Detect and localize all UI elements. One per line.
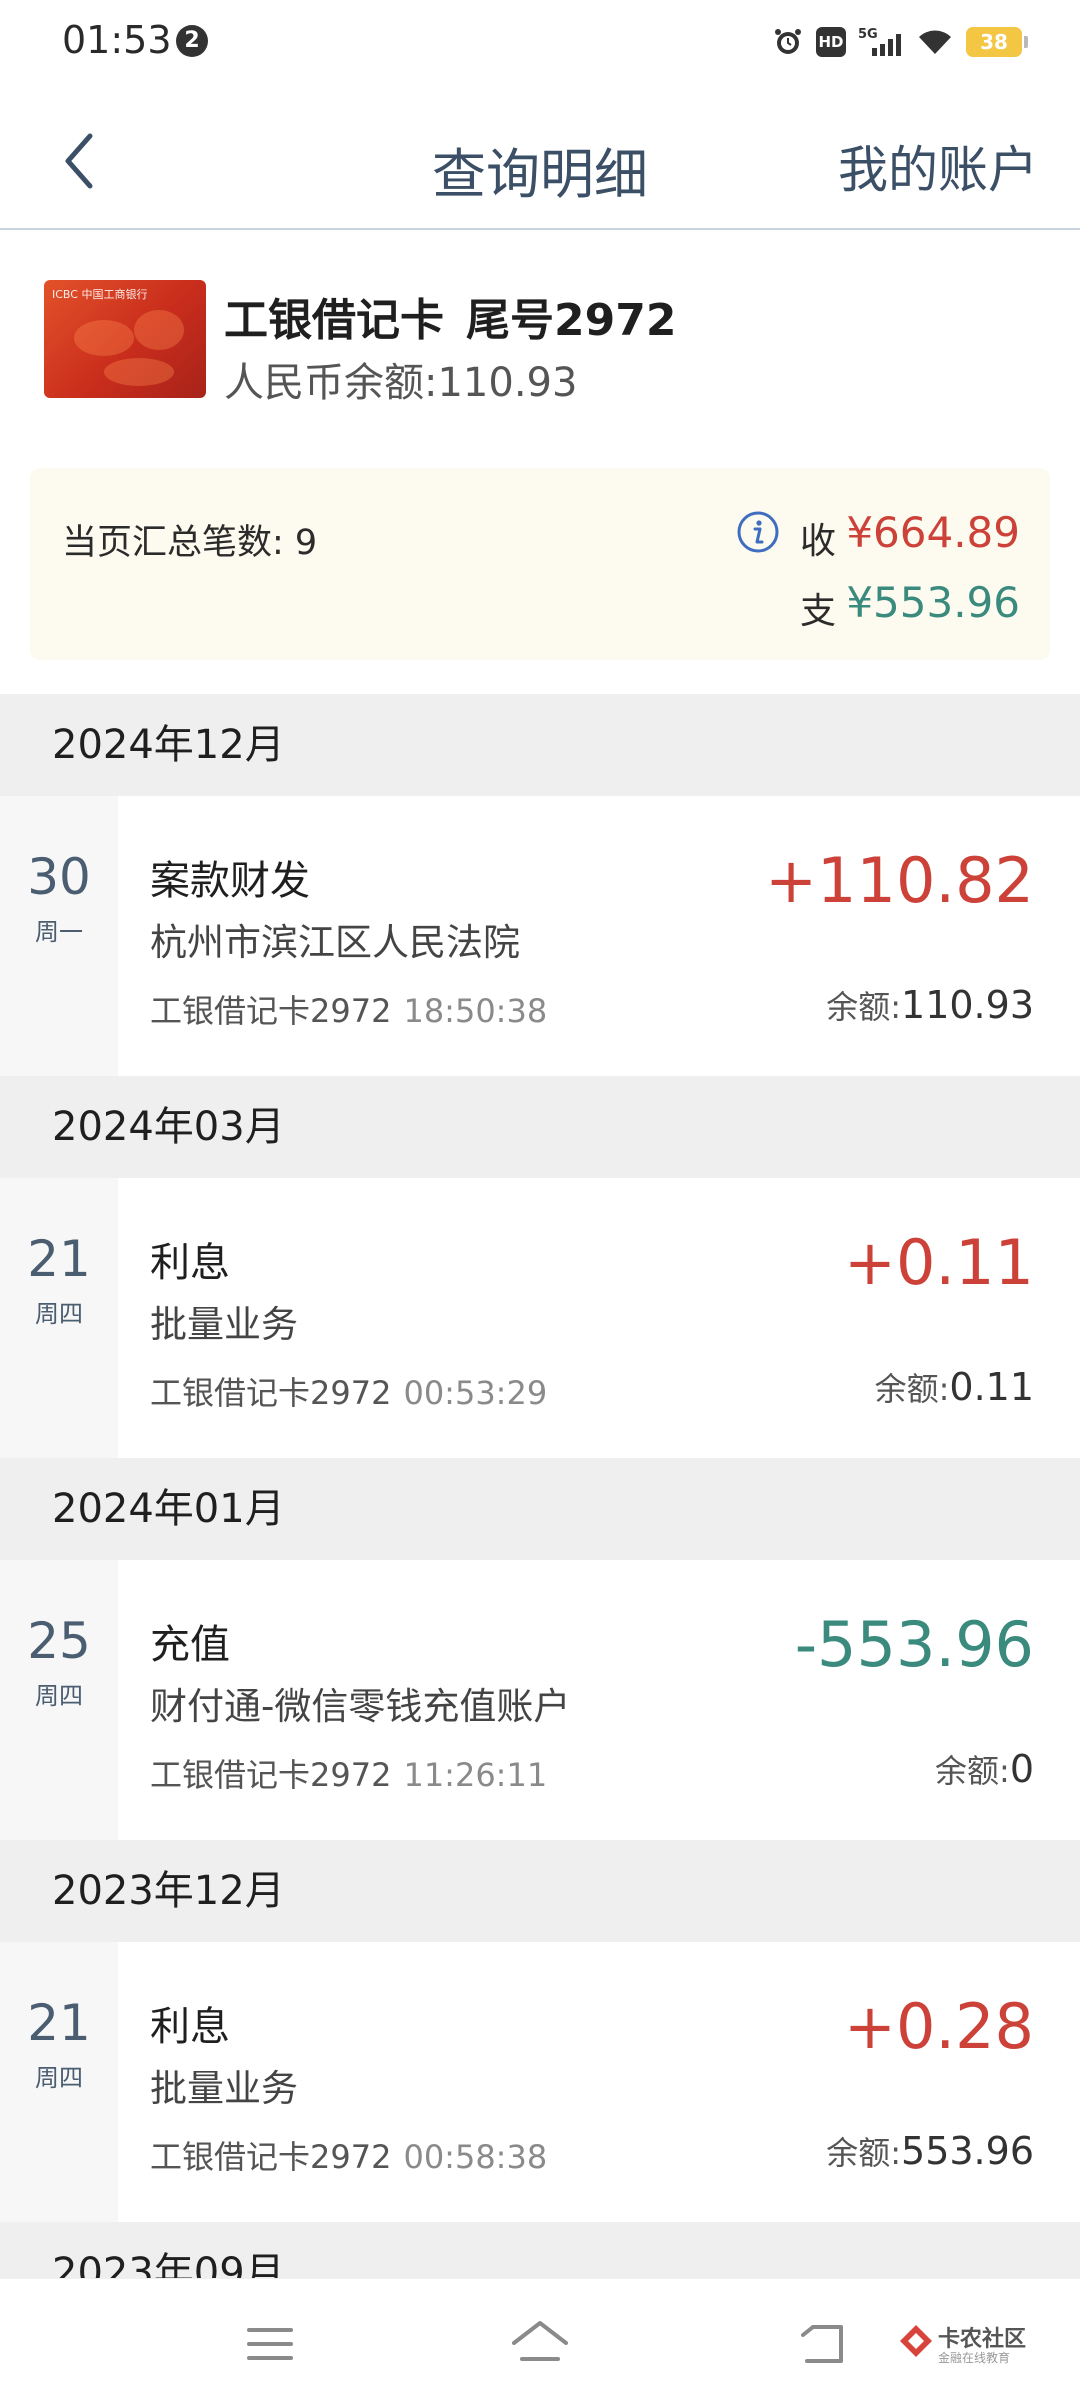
month-header: 2023年12月	[0, 1840, 1080, 1942]
balance-value: 553.96	[901, 2129, 1034, 2173]
income-total: ¥664.89	[846, 508, 1020, 557]
transaction-weekday: 周四	[35, 1682, 83, 1710]
home-button[interactable]	[500, 2309, 580, 2379]
back-nav-button[interactable]	[784, 2309, 864, 2379]
menu-icon	[247, 2328, 293, 2360]
transaction-row[interactable]: 25 周四 充值 财付通-微信零钱充值账户 工银借记卡2972 11:26:11 …	[0, 1560, 1080, 1840]
battery-icon: 38	[966, 27, 1028, 57]
transaction-card: 工银借记卡2972	[150, 1756, 392, 1794]
transaction-row[interactable]: 21 周四 利息 批量业务 工银借记卡2972 00:53:29 +0.11 余额…	[0, 1178, 1080, 1458]
watermark-subtitle: 金融在线教育	[938, 2351, 1011, 2365]
transaction-weekday: 周四	[35, 1300, 83, 1328]
status-time: 01:53	[62, 18, 172, 62]
balance-label: 余额:	[935, 1752, 1010, 1790]
transaction-amount: +0.28	[844, 1990, 1034, 2063]
bank-card-logo: ICBC 中国工商银行	[52, 288, 148, 301]
expense-label: 支	[800, 591, 837, 632]
card-name: 工银借记卡	[224, 295, 444, 346]
signal-5g-icon: 5G	[858, 26, 904, 58]
balance-label: 余额:	[826, 2134, 902, 2172]
transaction-balance: 余额:553.96	[826, 2128, 1034, 2174]
svg-text:5G: 5G	[858, 27, 878, 42]
nav-bar: 查询明细 我的账户	[0, 100, 1080, 230]
summary-count: 当页汇总笔数: 9	[62, 523, 318, 563]
transaction-time: 00:58:38	[403, 2138, 548, 2176]
month-header: 2024年01月	[0, 1458, 1080, 1560]
balance-value: 0.11	[949, 1365, 1034, 1409]
transaction-day: 30	[27, 848, 91, 906]
rmb-balance: 人民币余额:110.93	[224, 360, 578, 406]
watermark: 卡农社区 金融在线教育	[898, 2319, 1058, 2369]
my-account-link[interactable]: 我的账户	[838, 130, 1038, 202]
transaction-card-time: 工银借记卡2972 00:58:38	[150, 2132, 547, 2178]
menu-button[interactable]	[230, 2309, 310, 2379]
transaction-weekday: 周一	[35, 918, 83, 946]
return-icon	[801, 2325, 843, 2363]
transaction-time: 11:26:11	[403, 1756, 548, 1794]
page-summary: 当页汇总笔数: 9 收 ¥664.89 支 ¥553.96	[30, 468, 1050, 660]
transaction-balance: 余额:0	[935, 1746, 1034, 1792]
transaction-amount: +0.11	[844, 1226, 1034, 1299]
transaction-card: 工银借记卡2972	[150, 1374, 392, 1412]
card-title: 工银借记卡 尾号2972	[224, 284, 676, 348]
month-header: 2024年12月	[0, 694, 1080, 796]
info-icon[interactable]	[736, 510, 780, 554]
notification-count-badge: 2	[176, 25, 208, 57]
transaction-counterparty: 批量业务	[150, 2067, 298, 2110]
status-bar: 01:53 2 HD 5G 38	[0, 0, 1080, 90]
transaction-card-time: 工银借记卡2972 00:53:29	[150, 1368, 547, 1414]
transaction-date: 21 周四	[0, 1942, 118, 2222]
transaction-card: 工银借记卡2972	[150, 992, 392, 1030]
transaction-weekday: 周四	[35, 2064, 83, 2092]
transaction-balance: 余额:110.93	[826, 982, 1034, 1028]
transaction-amount: -553.96	[794, 1608, 1034, 1681]
transaction-card-time: 工银借记卡2972 11:26:11	[150, 1750, 547, 1796]
balance-label: 余额:	[826, 988, 902, 1026]
balance-label: 余额:	[874, 1370, 950, 1408]
page: 01:53 2 HD 5G 38 查询明细 我的账户 ICBC 中国工商银行 工…	[0, 0, 1080, 2408]
watermark-logo-icon	[900, 2325, 932, 2357]
transaction-title: 案款财发	[150, 858, 310, 904]
alarm-icon	[772, 26, 804, 58]
bank-card-image: ICBC 中国工商银行	[44, 280, 206, 398]
transaction-time: 00:53:29	[403, 1374, 548, 1412]
transaction-card: 工银借记卡2972	[150, 2138, 392, 2176]
hd-icon: HD	[816, 27, 846, 57]
balance-value: 0	[1009, 1747, 1034, 1791]
transaction-day: 21	[27, 1994, 91, 2052]
transaction-day: 21	[27, 1230, 91, 1288]
expense-total: ¥553.96	[846, 578, 1020, 627]
transaction-title: 充值	[150, 1622, 230, 1668]
month-header: 2024年03月	[0, 1076, 1080, 1178]
wifi-icon	[916, 26, 954, 58]
transaction-counterparty: 财付通-微信零钱充值账户	[150, 1685, 571, 1728]
transaction-day: 25	[27, 1612, 91, 1670]
card-tail-number: 尾号2972	[466, 295, 677, 346]
transaction-title: 利息	[150, 2004, 230, 2050]
transaction-balance: 余额:0.11	[875, 1364, 1034, 1410]
account-card-info[interactable]: ICBC 中国工商银行 工银借记卡 尾号2972 人民币余额:110.93	[0, 232, 1080, 452]
transaction-amount: +110.82	[765, 844, 1034, 917]
system-nav-bar: 卡农社区 金融在线教育	[0, 2278, 1080, 2408]
transaction-list: 2024年12月 30 周一 案款财发 杭州市滨江区人民法院 工银借记卡2972…	[0, 694, 1080, 2292]
transaction-counterparty: 杭州市滨江区人民法院	[150, 921, 520, 964]
transaction-row[interactable]: 21 周四 利息 批量业务 工银借记卡2972 00:58:38 +0.28 余额…	[0, 1942, 1080, 2222]
transaction-date: 30 周一	[0, 796, 118, 1076]
transaction-title: 利息	[150, 1240, 230, 1286]
transaction-date: 25 周四	[0, 1560, 118, 1840]
home-icon	[512, 2321, 568, 2361]
transaction-card-time: 工银借记卡2972 18:50:38	[150, 986, 547, 1032]
income-label: 收	[800, 521, 837, 562]
transaction-row[interactable]: 30 周一 案款财发 杭州市滨江区人民法院 工银借记卡2972 18:50:38 …	[0, 796, 1080, 1076]
transaction-time: 18:50:38	[403, 992, 548, 1030]
transaction-date: 21 周四	[0, 1178, 118, 1458]
transaction-counterparty: 批量业务	[150, 1303, 298, 1346]
status-icons: HD 5G 38	[772, 20, 1028, 64]
balance-value: 110.93	[901, 983, 1034, 1027]
